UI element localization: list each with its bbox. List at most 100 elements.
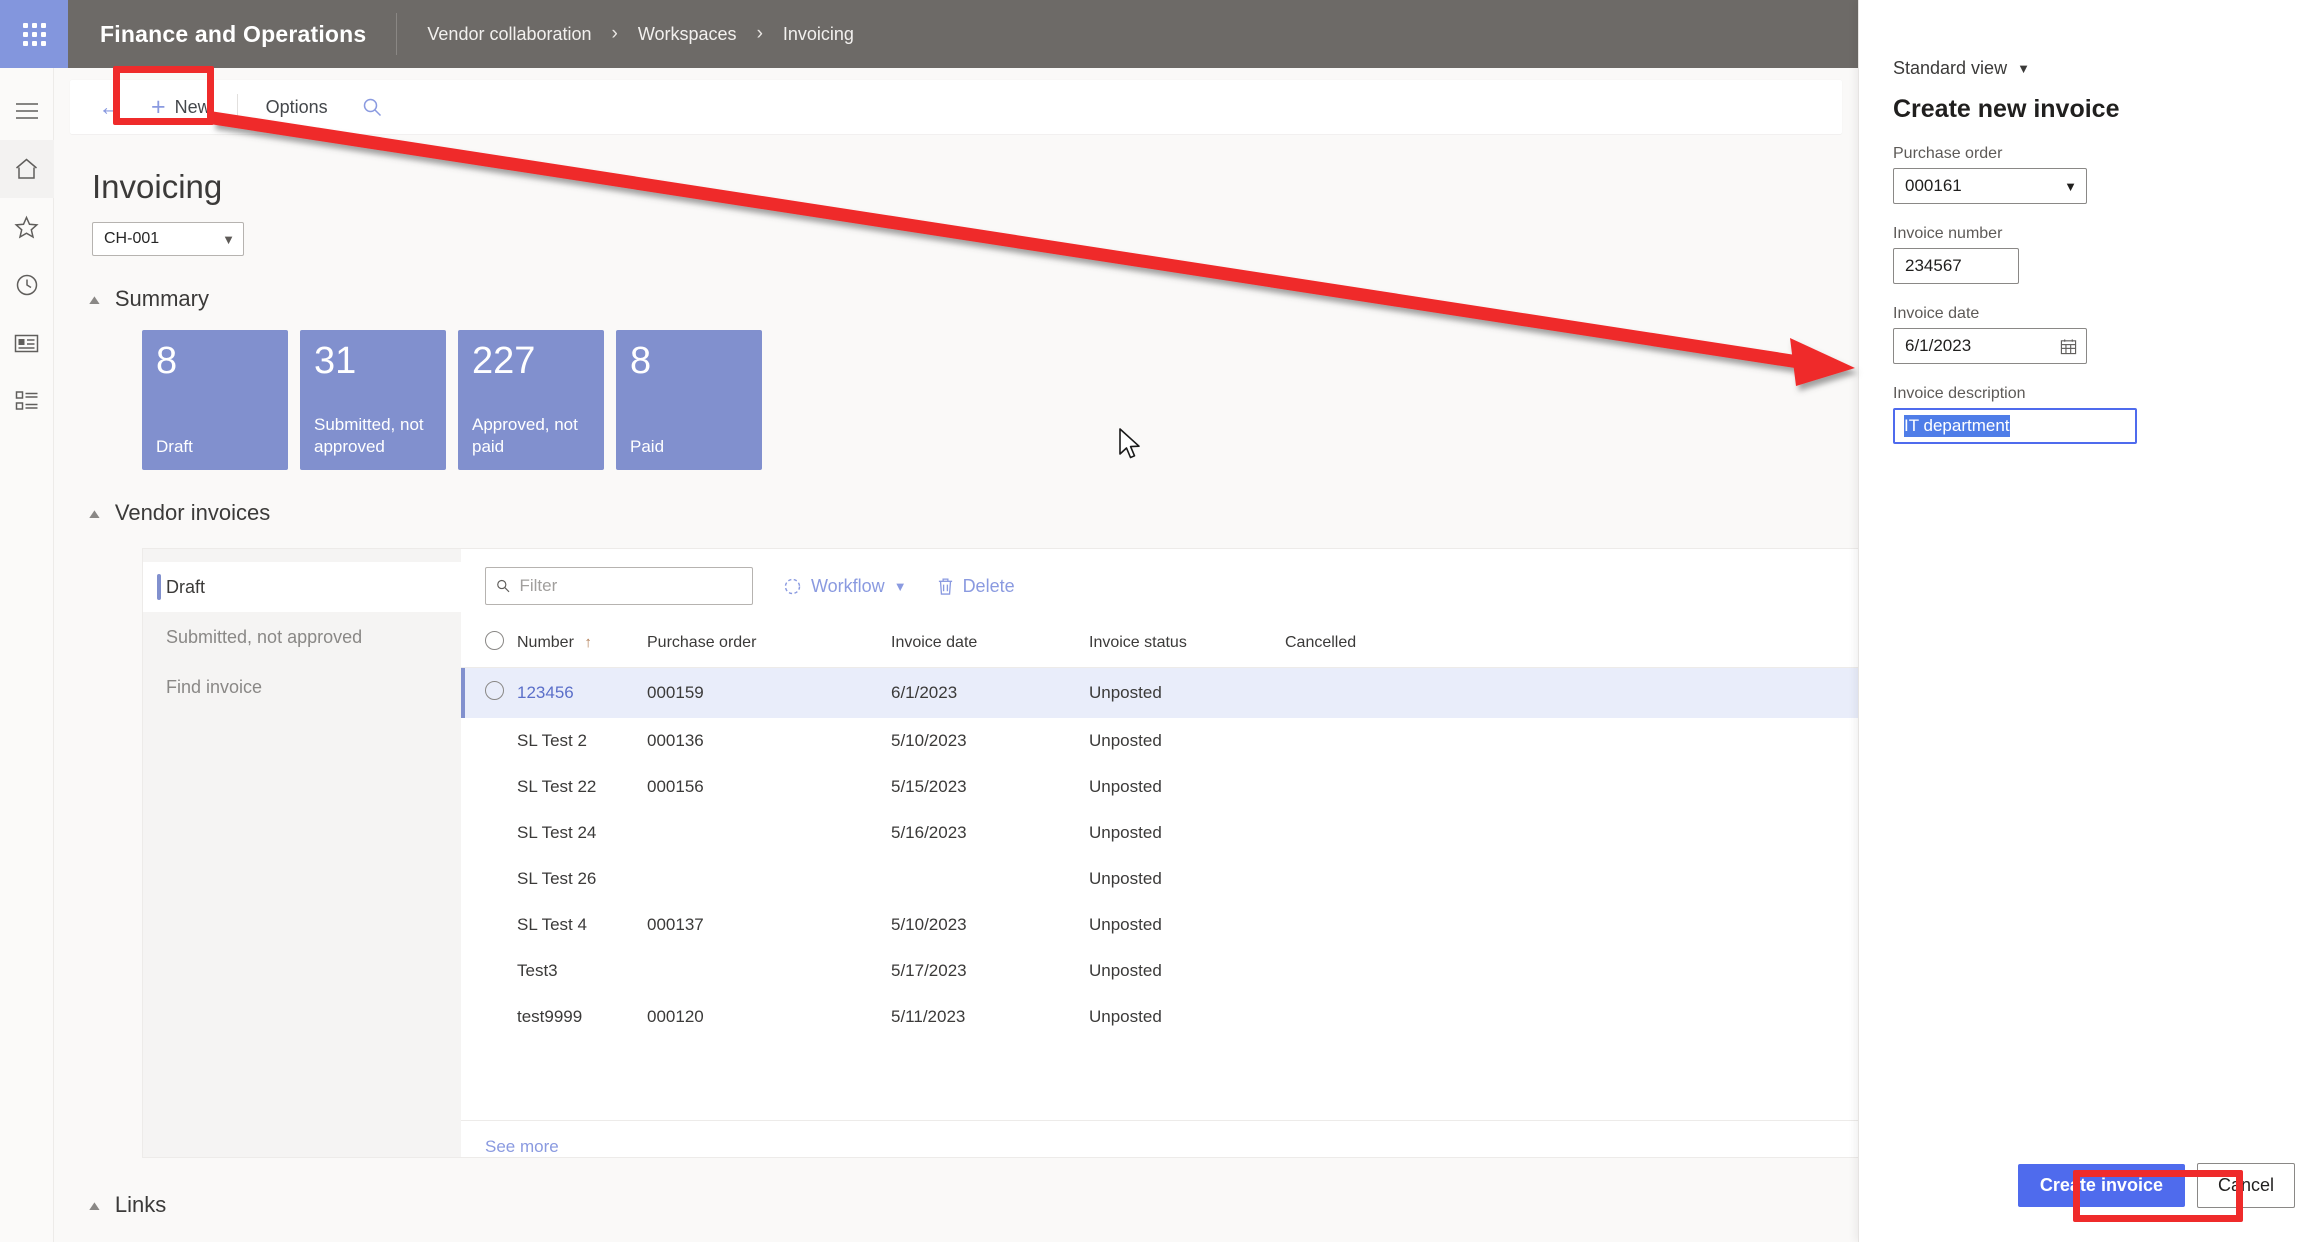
table-row[interactable]: SL Test 4 000137 5/10/2023 Unposted <box>461 902 1858 948</box>
select-all-header[interactable] <box>461 621 517 668</box>
cell-cancelled <box>1285 994 1858 1040</box>
table-row[interactable]: SL Test 24 5/16/2023 Unposted <box>461 810 1858 856</box>
options-button[interactable]: Options <box>248 97 346 118</box>
cell-number[interactable]: 123456 <box>517 667 647 718</box>
sort-ascending-arrow: ↑ <box>584 634 592 651</box>
cell-purchase-order: 000137 <box>647 915 704 934</box>
breadcrumb-separator-icon: › <box>611 23 618 44</box>
calendar-icon[interactable] <box>2060 338 2077 355</box>
cell-invoice-status: Unposted <box>1089 667 1285 718</box>
tab-label: Draft <box>166 576 206 597</box>
cell-number[interactable]: SL Test 4 <box>517 902 647 948</box>
cell-number[interactable]: test9999 <box>517 994 647 1040</box>
summary-tile-draft[interactable]: 8 Draft <box>142 330 288 470</box>
standard-view-selector[interactable]: Standard view ▼ <box>1893 58 2283 79</box>
tab-find-invoice[interactable]: Find invoice <box>143 662 461 712</box>
star-favorites-icon[interactable] <box>0 198 54 256</box>
delete-button[interactable]: Delete <box>937 576 1015 597</box>
breadcrumb-item-invoicing[interactable]: Invoicing <box>783 24 854 45</box>
summary-tile-paid[interactable]: 8 Paid <box>616 330 762 470</box>
tile-value: 227 <box>472 340 536 382</box>
row-select-cell[interactable] <box>461 948 517 994</box>
filter-input[interactable] <box>519 576 742 596</box>
main-content-area: ← + New Options Invoicing CH-001 ▼ ▲ Sum… <box>54 68 1858 1242</box>
search-icon[interactable] <box>350 97 394 117</box>
create-invoice-button[interactable]: Create invoice <box>2017 1164 2185 1207</box>
invoice-description-field: Invoice description IT department <box>1893 385 2283 444</box>
row-select-cell[interactable] <box>461 667 517 718</box>
see-more-link[interactable]: See more <box>461 1121 1858 1157</box>
table-row[interactable]: test9999 000120 5/11/2023 Unposted <box>461 994 1858 1040</box>
table-row[interactable]: 123456 000159 6/1/2023 Unposted <box>461 667 1858 718</box>
cancel-button[interactable]: Cancel <box>2196 1163 2295 1208</box>
links-section-label: Links <box>114 1192 167 1217</box>
column-header-cancelled[interactable]: Cancelled <box>1285 621 1858 668</box>
invoice-description-label: Invoice description <box>1893 385 2026 402</box>
clock-recent-icon[interactable] <box>0 256 54 314</box>
invoice-description-value: IT department <box>1904 415 2010 437</box>
tab-submitted-not-approved[interactable]: Submitted, not approved <box>143 612 461 662</box>
trash-icon <box>938 577 952 595</box>
row-select-cell[interactable] <box>461 902 517 948</box>
panel-action-buttons: Create invoice Cancel <box>2017 1163 2295 1208</box>
new-button[interactable]: + New <box>141 88 227 127</box>
filter-input-wrapper[interactable] <box>485 567 753 605</box>
column-header-purchase-order[interactable]: Purchase order <box>647 621 891 668</box>
chevron-down-icon: ▼ <box>893 578 907 594</box>
row-select-cell[interactable] <box>461 764 517 810</box>
app-launcher-icon[interactable] <box>0 0 68 68</box>
cell-invoice-status: Unposted <box>1089 777 1162 796</box>
cell-number[interactable]: SL Test 26 <box>517 856 647 902</box>
workspaces-icon[interactable] <box>0 314 54 372</box>
summary-section-header[interactable]: ▲ Summary <box>86 286 1858 312</box>
invoice-date-label: Invoice date <box>1893 305 1980 322</box>
tile-value: 31 <box>314 340 357 382</box>
row-select-cell[interactable] <box>461 994 517 1040</box>
cell-invoice-status: Unposted <box>1089 869 1162 888</box>
column-header-invoice-date[interactable]: Invoice date <box>891 621 1089 668</box>
cell-number[interactable]: SL Test 24 <box>517 810 647 856</box>
tab-draft[interactable]: Draft <box>143 562 461 612</box>
purchase-order-select[interactable]: 000161 ▼ <box>1893 168 2087 204</box>
invoice-number-input[interactable]: 234567 <box>1893 248 2019 284</box>
cell-number[interactable]: SL Test 2 <box>517 718 647 764</box>
hamburger-menu-icon[interactable] <box>0 82 54 140</box>
workflow-button[interactable]: Workflow ▼ <box>783 576 907 597</box>
row-select-cell[interactable] <box>461 856 517 902</box>
tile-label: Draft <box>156 436 193 456</box>
breadcrumb-item-workspaces[interactable]: Workspaces <box>638 24 737 45</box>
row-radio[interactable] <box>485 681 504 700</box>
column-label: Number <box>517 634 574 651</box>
back-arrow-icon[interactable]: ← <box>84 94 137 120</box>
invoice-grid: Number ↑ Purchase order Invoice date Inv… <box>461 621 1858 1040</box>
cell-number[interactable]: Test3 <box>517 948 647 994</box>
column-header-invoice-status[interactable]: Invoice status <box>1089 621 1285 668</box>
modules-list-icon[interactable] <box>0 372 54 430</box>
table-row[interactable]: SL Test 26 Unposted <box>461 856 1858 902</box>
tab-label: Find invoice <box>166 676 263 697</box>
vendor-invoices-section-header[interactable]: ▲ Vendor invoices <box>86 500 1858 526</box>
home-icon[interactable] <box>0 140 54 198</box>
links-section-header[interactable]: ▲ Links <box>86 1192 1858 1218</box>
cell-invoice-date: 5/17/2023 <box>891 961 967 980</box>
breadcrumb-item-vendor-collaboration[interactable]: Vendor collaboration <box>427 24 591 45</box>
row-select-cell[interactable] <box>461 718 517 764</box>
select-all-radio[interactable] <box>485 631 504 650</box>
invoice-description-input[interactable]: IT department <box>1893 408 2137 444</box>
table-row[interactable]: SL Test 22 000156 5/15/2023 Unposted <box>461 764 1858 810</box>
column-header-number[interactable]: Number ↑ <box>517 621 647 668</box>
summary-tile-submitted-not-approved[interactable]: 31 Submitted, not approved <box>300 330 446 470</box>
legal-entity-select[interactable]: CH-001 ▼ <box>92 222 244 256</box>
cell-purchase-order <box>647 810 891 856</box>
row-select-cell[interactable] <box>461 810 517 856</box>
cell-invoice-status: Unposted <box>1089 731 1162 750</box>
vendor-invoices-tablist: Draft Submitted, not approved Find invoi… <box>143 549 461 1157</box>
summary-tile-approved-not-paid[interactable]: 227 Approved, not paid <box>458 330 604 470</box>
invoice-date-input[interactable]: 6/1/2023 <box>1893 328 2087 364</box>
command-bar-divider <box>236 94 238 120</box>
cell-number[interactable]: SL Test 22 <box>517 764 647 810</box>
cell-invoice-status: Unposted <box>1089 915 1162 934</box>
table-row[interactable]: Test3 5/17/2023 Unposted <box>461 948 1858 994</box>
cell-purchase-order: 000159 <box>647 667 891 718</box>
table-row[interactable]: SL Test 2 000136 5/10/2023 Unposted <box>461 718 1858 764</box>
